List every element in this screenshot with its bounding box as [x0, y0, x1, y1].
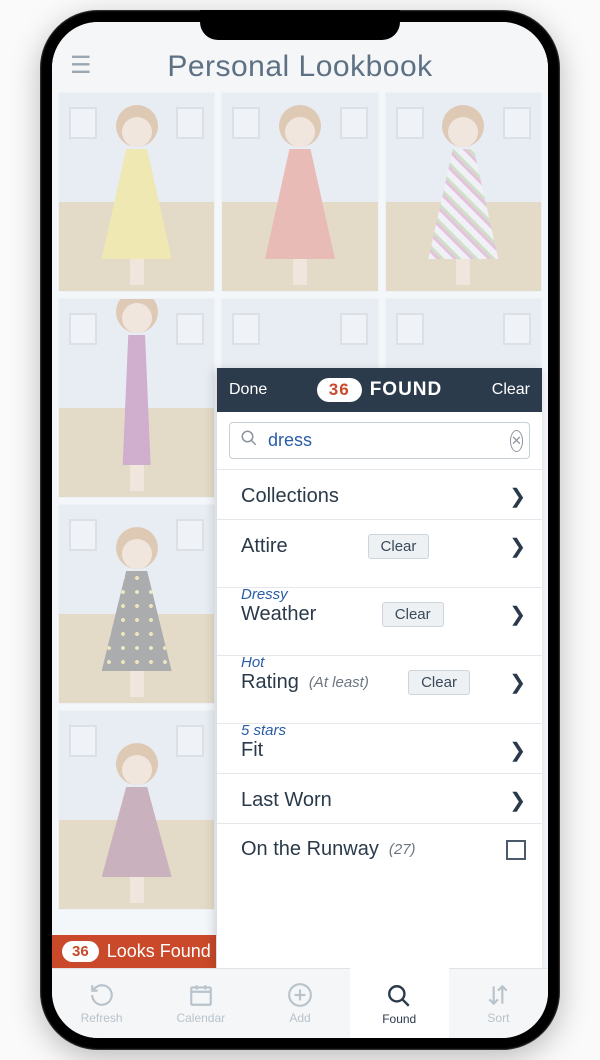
content-area: 36 Looks Found Done 36 FOUND Clear: [52, 92, 548, 968]
filter-label: Last Worn: [241, 789, 332, 812]
filter-label: On the Runway: [241, 838, 379, 861]
results-banner[interactable]: 36 Looks Found: [52, 935, 227, 968]
chevron-right-icon: ❯: [509, 602, 526, 627]
tab-found[interactable]: Found: [350, 968, 449, 1038]
tab-bar: Refresh Calendar Add Found: [52, 968, 548, 1038]
filter-sublabel: (At least): [309, 674, 369, 691]
filter-on-the-runway[interactable]: On the Runway (27): [217, 823, 542, 871]
outfit-tile[interactable]: [58, 504, 215, 704]
tab-label: Sort: [487, 1011, 509, 1025]
tab-label: Refresh: [81, 1011, 123, 1025]
search-icon: [386, 983, 412, 1009]
search-input[interactable]: [268, 430, 500, 451]
clear-all-button[interactable]: Clear: [492, 381, 530, 399]
add-icon: [287, 982, 313, 1008]
clear-search-icon[interactable]: ✕: [510, 430, 523, 452]
phone-frame: ☰ Personal Lookbook: [40, 10, 560, 1050]
chevron-right-icon: ❯: [509, 670, 526, 695]
filter-label: Attire: [241, 535, 288, 558]
filter-last-worn[interactable]: Last Worn ❯: [217, 773, 542, 823]
filter-fit[interactable]: Fit ❯: [217, 723, 542, 773]
filter-label: Rating: [241, 671, 299, 694]
clear-attire-button[interactable]: Clear: [368, 534, 430, 559]
search-row: ✕: [229, 422, 530, 459]
runway-checkbox[interactable]: [506, 840, 526, 860]
tab-label: Found: [382, 1012, 416, 1026]
phone-notch: [200, 10, 400, 40]
tab-refresh[interactable]: Refresh: [52, 969, 151, 1038]
filter-weather[interactable]: Weather Clear ❯ Hot: [217, 587, 542, 655]
filter-count: (27): [389, 841, 416, 858]
tab-sort[interactable]: Sort: [449, 969, 548, 1038]
outfit-tile[interactable]: [58, 710, 215, 910]
chevron-right-icon: ❯: [509, 534, 526, 559]
filter-label: Collections: [241, 485, 339, 508]
filter-label: Weather: [241, 603, 316, 626]
chevron-right-icon: ❯: [509, 788, 526, 813]
filter-label: Fit: [241, 739, 263, 762]
tab-add[interactable]: Add: [250, 969, 349, 1038]
results-banner-label: Looks Found: [107, 941, 211, 962]
filter-attire[interactable]: Attire Clear ❯ Dressy: [217, 519, 542, 587]
search-icon: [240, 429, 258, 452]
filter-panel-header: Done 36 FOUND Clear: [217, 368, 542, 412]
filter-collections[interactable]: Collections ❯: [217, 469, 542, 519]
outfit-tile[interactable]: [58, 298, 215, 498]
calendar-icon: [188, 982, 214, 1008]
tab-label: Add: [289, 1011, 310, 1025]
done-button[interactable]: Done: [229, 381, 267, 399]
phone-screen: ☰ Personal Lookbook: [52, 22, 548, 1038]
menu-icon[interactable]: ☰: [70, 51, 92, 80]
outfit-tile[interactable]: [221, 92, 378, 292]
refresh-icon: [89, 982, 115, 1008]
tab-label: Calendar: [176, 1011, 225, 1025]
chevron-right-icon: ❯: [509, 738, 526, 763]
chevron-right-icon: ❯: [509, 484, 526, 509]
filter-panel: Done 36 FOUND Clear ✕ Collections: [216, 368, 542, 968]
sort-icon: [485, 982, 511, 1008]
tab-calendar[interactable]: Calendar: [151, 969, 250, 1038]
found-count-pill: 36: [317, 378, 362, 402]
outfit-tile[interactable]: [385, 92, 542, 292]
clear-weather-button[interactable]: Clear: [382, 602, 444, 627]
page-title: Personal Lookbook: [70, 50, 530, 84]
results-count-badge: 36: [62, 941, 99, 962]
filter-rating[interactable]: Rating (At least) Clear ❯ 5 stars: [217, 655, 542, 723]
outfit-tile[interactable]: [58, 92, 215, 292]
found-label: FOUND: [370, 379, 443, 401]
clear-rating-button[interactable]: Clear: [408, 670, 470, 695]
